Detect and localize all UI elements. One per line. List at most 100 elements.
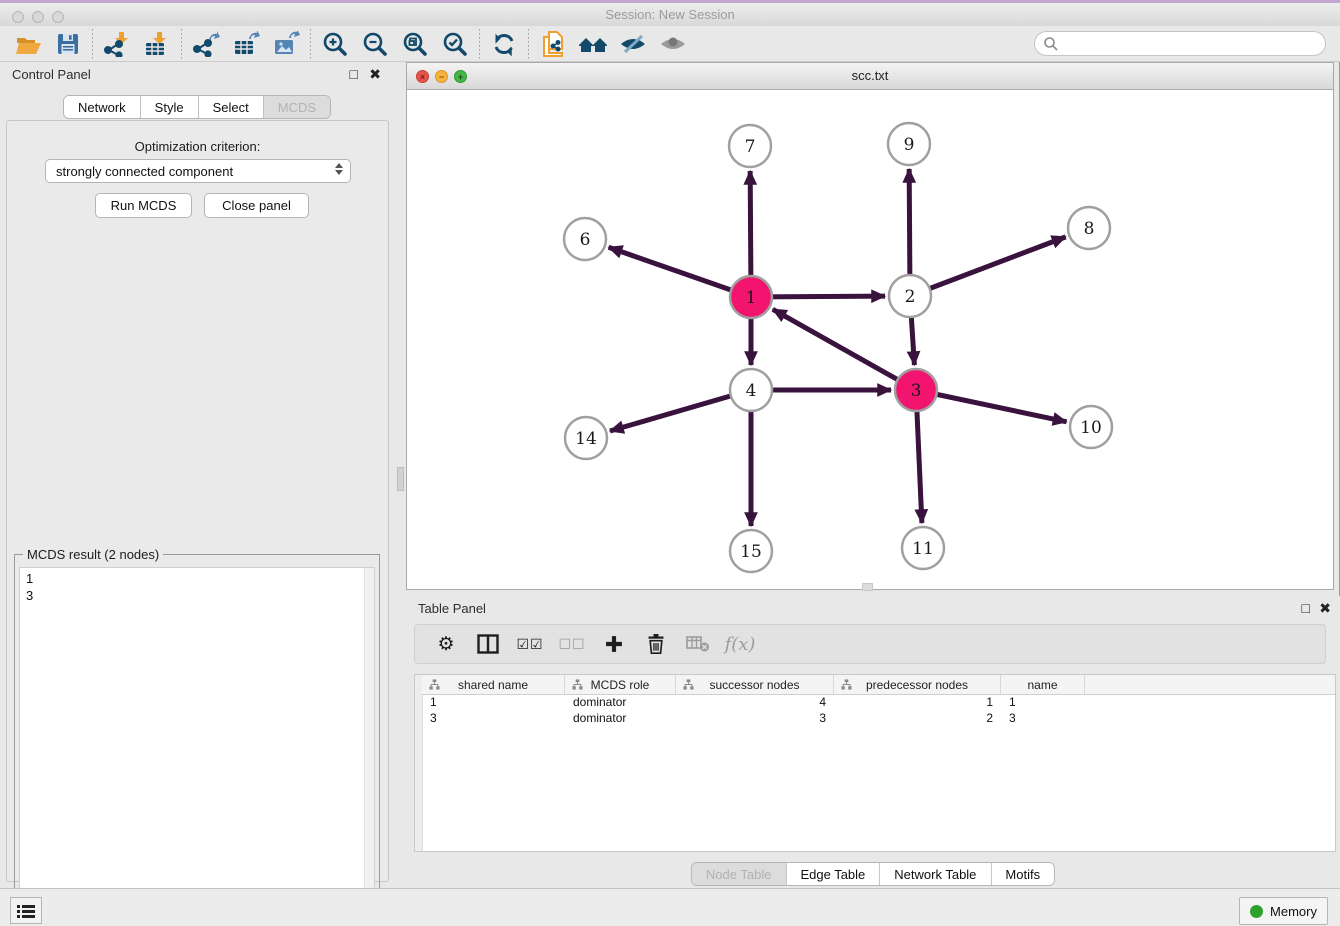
function-builder-icon[interactable]: f(x) — [723, 629, 757, 659]
node-label-8: 8 — [1084, 219, 1095, 239]
zoom-fit-button[interactable] — [395, 29, 435, 59]
show-all-button[interactable] — [653, 29, 693, 59]
columns-icon[interactable] — [471, 629, 505, 659]
node-label-11: 11 — [912, 539, 934, 559]
export-network-button[interactable] — [186, 29, 226, 59]
node-label-10: 10 — [1080, 418, 1102, 438]
close-table-panel-icon[interactable]: ✖ — [1319, 599, 1331, 617]
tab-edge-table[interactable]: Edge Table — [786, 863, 880, 885]
home-button[interactable] — [573, 29, 613, 59]
table-panel-header: Table Panel □ ✖ — [406, 596, 1340, 622]
cell-successor-nodes[interactable]: 4 — [676, 694, 834, 710]
export-table-button[interactable] — [226, 29, 266, 59]
zoom-in-button[interactable] — [315, 29, 355, 59]
column-header-successor-nodes[interactable]: successor nodes — [676, 675, 834, 694]
import-table-button[interactable] — [137, 29, 177, 59]
splitter-handle[interactable] — [397, 467, 404, 491]
cell-predecessor-nodes[interactable]: 2 — [834, 710, 1001, 726]
delete-column-icon[interactable] — [639, 629, 673, 659]
open-file-button[interactable] — [8, 29, 48, 59]
window-title: Session: New Session — [0, 7, 1340, 22]
float-table-panel-icon[interactable]: □ — [1302, 599, 1310, 617]
memory-button[interactable]: Memory — [1239, 897, 1328, 925]
main-toolbar — [0, 26, 1340, 62]
save-icon — [56, 32, 80, 56]
import-network-button[interactable] — [97, 29, 137, 59]
tab-style[interactable]: Style — [141, 96, 199, 118]
import-table-icon — [144, 31, 170, 57]
network-view-window: × − + scc.txt 7968124314101511 — [406, 62, 1334, 590]
criterion-dropdown[interactable]: strongly connected component — [45, 159, 351, 183]
table-toolbar: ⚙ ☑☑ ☐☐ — [414, 624, 1326, 664]
delete-table-icon[interactable] — [681, 629, 715, 659]
save-session-button[interactable] — [48, 29, 88, 59]
result-scrollbar[interactable] — [364, 568, 374, 926]
memory-status-dot-icon — [1250, 905, 1263, 918]
control-panel-title: Control Panel — [12, 67, 91, 82]
mcds-result-text: 1 3 — [20, 568, 374, 606]
zoom-selected-button[interactable] — [435, 29, 475, 59]
close-panel-button[interactable]: Close panel — [204, 193, 309, 218]
zoom-fit-icon — [402, 31, 428, 57]
column-header-name[interactable]: name — [1001, 675, 1085, 694]
cell-name[interactable]: 3 — [1001, 710, 1085, 726]
hide-selected-button[interactable] — [613, 29, 653, 59]
deselect-all-checkboxes-icon[interactable]: ☐☐ — [555, 629, 589, 659]
node-label-6: 6 — [580, 230, 591, 250]
cell-shared-name[interactable]: 1 — [422, 694, 565, 710]
table-panel-title: Table Panel — [418, 601, 486, 616]
cell-shared-name[interactable]: 3 — [422, 710, 565, 726]
edge-3-1[interactable] — [773, 309, 916, 390]
network-view-title: scc.txt — [407, 68, 1333, 83]
tab-network-table[interactable]: Network Table — [880, 863, 991, 885]
export-table-icon — [233, 31, 260, 57]
toolbar-separator — [310, 29, 311, 59]
gear-icon[interactable]: ⚙ — [429, 629, 463, 659]
mcds-panel: Optimization criterion: strongly connect… — [6, 120, 389, 882]
clone-network-icon — [540, 30, 566, 58]
network-graph[interactable]: 7968124314101511 — [407, 90, 1333, 589]
export-image-button[interactable] — [266, 29, 306, 59]
node-label-15: 15 — [740, 542, 762, 562]
toolbar-separator — [181, 29, 182, 59]
network-window-titlebar[interactable]: × − + scc.txt — [407, 63, 1333, 90]
dropdown-stepper-icon — [335, 163, 343, 175]
tab-motifs[interactable]: Motifs — [991, 863, 1054, 885]
column-header-shared-name[interactable]: shared name — [422, 675, 565, 694]
network-canvas[interactable]: 7968124314101511 — [407, 90, 1333, 589]
cell-predecessor-nodes[interactable]: 1 — [834, 694, 1001, 710]
toolbar-separator — [479, 29, 480, 59]
column-header-predecessor-nodes[interactable]: predecessor nodes — [834, 675, 1001, 694]
edge-1-6[interactable] — [609, 247, 751, 297]
tab-node-table[interactable]: Node Table — [692, 863, 787, 885]
refresh-button[interactable] — [484, 29, 524, 59]
tab-select[interactable]: Select — [199, 96, 264, 118]
edge-3-10[interactable] — [916, 390, 1067, 422]
control-panel-header: Control Panel □ ✖ — [0, 62, 394, 88]
run-mcds-button[interactable]: Run MCDS — [95, 193, 192, 218]
criterion-value: strongly connected component — [56, 164, 233, 179]
cell-name[interactable]: 1 — [1001, 694, 1085, 710]
cell-MCDS-role[interactable]: dominator — [565, 710, 676, 726]
cell-MCDS-role[interactable]: dominator — [565, 694, 676, 710]
zoom-out-button[interactable] — [355, 29, 395, 59]
close-panel-icon[interactable]: ✖ — [369, 65, 381, 83]
task-history-button[interactable] — [10, 897, 42, 924]
table-row[interactable]: 1dominator411 — [422, 694, 1335, 710]
select-all-checkboxes-icon[interactable]: ☑☑ — [513, 629, 547, 659]
titlebar: Session: New Session — [0, 3, 1340, 27]
mcds-result-textarea[interactable]: 1 3 — [19, 567, 375, 926]
search-input[interactable] — [1034, 31, 1326, 56]
clone-network-button[interactable] — [533, 29, 573, 59]
add-column-icon[interactable] — [597, 629, 631, 659]
float-panel-icon[interactable]: □ — [350, 65, 358, 83]
tab-mcds[interactable]: MCDS — [264, 96, 330, 118]
tab-network[interactable]: Network — [64, 96, 141, 118]
cell-successor-nodes[interactable]: 3 — [676, 710, 834, 726]
edge-2-8[interactable] — [910, 237, 1066, 296]
canvas-resize-handle[interactable] — [862, 583, 873, 591]
import-network-icon — [104, 31, 130, 57]
column-header-MCDS-role[interactable]: MCDS role — [565, 675, 676, 694]
panel-splitter[interactable] — [394, 62, 406, 888]
table-row[interactable]: 3dominator323 — [422, 710, 1335, 726]
